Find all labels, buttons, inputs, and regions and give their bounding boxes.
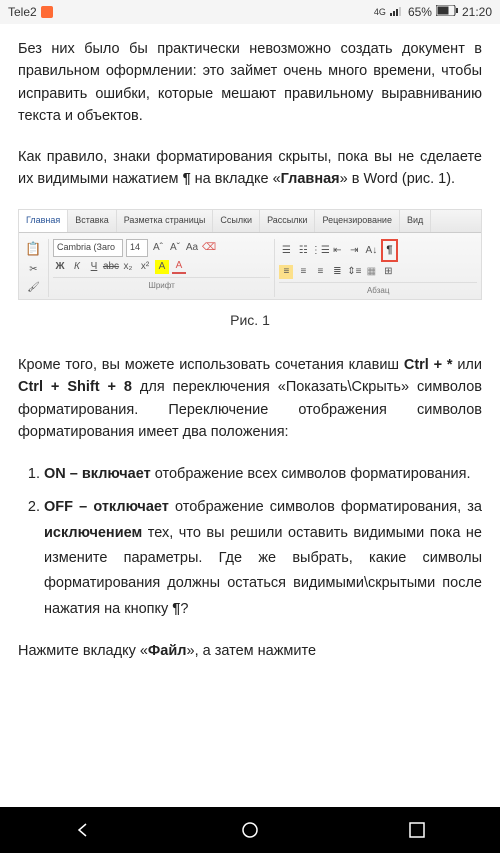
italic-icon: К: [70, 260, 84, 274]
nav-recent-button[interactable]: [406, 819, 428, 841]
list-item: ON – включает отображение всех символов …: [44, 462, 482, 487]
ribbon-tabs: Главная Вставка Разметка страницы Ссылки…: [19, 210, 481, 233]
indent-inc-icon: ⇥: [347, 243, 361, 257]
status-left: Tele2: [8, 5, 53, 19]
pilcrow-button-highlighted: ¶: [381, 239, 397, 262]
status-bar: Tele2 4G 65% 21:20: [0, 0, 500, 24]
figure-caption: Рис. 1: [18, 310, 482, 332]
ribbon-clipboard: 📋 ✂ 🖌: [23, 239, 49, 297]
align-center-icon: ≡: [296, 265, 310, 279]
bullets-icon: ☰: [279, 243, 293, 257]
clock: 21:20: [462, 5, 492, 19]
indent-dec-icon: ⇤: [330, 243, 344, 257]
ribbon-group-font: Cambria (Заго 14 Aˆ Aˇ Aa ⌫ Ж К Ч abc x₂…: [53, 239, 275, 297]
font-name-select: Cambria (Заго: [53, 239, 123, 257]
document-content[interactable]: Без них было бы практически невозможно с…: [0, 24, 500, 807]
ribbon-tab-view: Вид: [400, 210, 431, 232]
font-color-icon: A: [172, 260, 186, 274]
group-label-para: Абзац: [279, 282, 477, 297]
align-left-icon: ≡: [279, 265, 293, 279]
list-item: OFF – отключает отображение символов фор…: [44, 495, 482, 622]
ribbon-tab-insert: Вставка: [68, 210, 116, 232]
shrink-font-icon: Aˇ: [168, 241, 182, 255]
nav-home-button[interactable]: [239, 819, 261, 841]
battery-percent: 65%: [408, 5, 432, 19]
grow-font-icon: Aˆ: [151, 241, 165, 255]
signal-icon: [390, 5, 404, 19]
change-case-icon: Aa: [185, 241, 199, 255]
battery-icon: [436, 5, 458, 19]
carrier-label: Tele2: [8, 5, 37, 19]
ribbon-tab-home: Главная: [19, 210, 68, 232]
multilevel-icon: ⋮☰: [313, 243, 327, 257]
ribbon-tab-review: Рецензирование: [315, 210, 400, 232]
font-size-select: 14: [126, 239, 148, 257]
network-type: 4G: [374, 7, 386, 17]
ordered-list: ON – включает отображение всех символов …: [18, 462, 482, 622]
ribbon-groups: Cambria (Заго 14 Aˆ Aˇ Aa ⌫ Ж К Ч abc x₂…: [53, 239, 477, 297]
carrier-icon: [41, 6, 53, 18]
align-justify-icon: ≣: [330, 265, 344, 279]
underline-icon: Ч: [87, 260, 101, 274]
status-right: 4G 65% 21:20: [374, 5, 492, 19]
word-ribbon-screenshot: Главная Вставка Разметка страницы Ссылки…: [18, 209, 482, 300]
ribbon-group-paragraph: ☰ ☷ ⋮☰ ⇤ ⇥ A↓ ¶ ≡ ≡ ≡ ≣ ⇕≡ ▦: [275, 239, 477, 297]
borders-icon: ⊞: [381, 265, 395, 279]
numbering-icon: ☷: [296, 243, 310, 257]
ribbon-tab-links: Ссылки: [213, 210, 260, 232]
bold-icon: Ж: [53, 260, 67, 274]
paragraph-2: Как правило, знаки форматирования скрыты…: [18, 146, 482, 191]
group-label-font: Шрифт: [53, 277, 270, 292]
ribbon-tab-mail: Рассылки: [260, 210, 315, 232]
paragraph-3: Кроме того, вы можете использовать сочет…: [18, 354, 482, 444]
shading-icon: ▦: [364, 265, 378, 279]
sort-icon: A↓: [364, 243, 378, 257]
cut-icon: ✂: [29, 262, 37, 278]
subscript-icon: x₂: [121, 260, 135, 274]
ribbon-tab-layout: Разметка страницы: [117, 210, 214, 232]
paragraph-4: Нажмите вкладку «Файл», а затем нажмите: [18, 640, 482, 662]
paste-icon: 📋: [25, 239, 41, 259]
superscript-icon: x²: [138, 260, 152, 274]
brush-icon: 🖌: [27, 280, 40, 296]
line-spacing-icon: ⇕≡: [347, 265, 361, 279]
strike-icon: abc: [104, 260, 118, 274]
nav-back-button[interactable]: [72, 819, 94, 841]
highlight-icon: A: [155, 260, 169, 274]
ribbon-body: 📋 ✂ 🖌 Cambria (Заго 14 Aˆ Aˇ Aa ⌫ Ж: [19, 233, 481, 299]
paragraph-1: Без них было бы практически невозможно с…: [18, 38, 482, 128]
align-right-icon: ≡: [313, 265, 327, 279]
clear-format-icon: ⌫: [202, 241, 216, 255]
android-nav-bar: [0, 807, 500, 853]
